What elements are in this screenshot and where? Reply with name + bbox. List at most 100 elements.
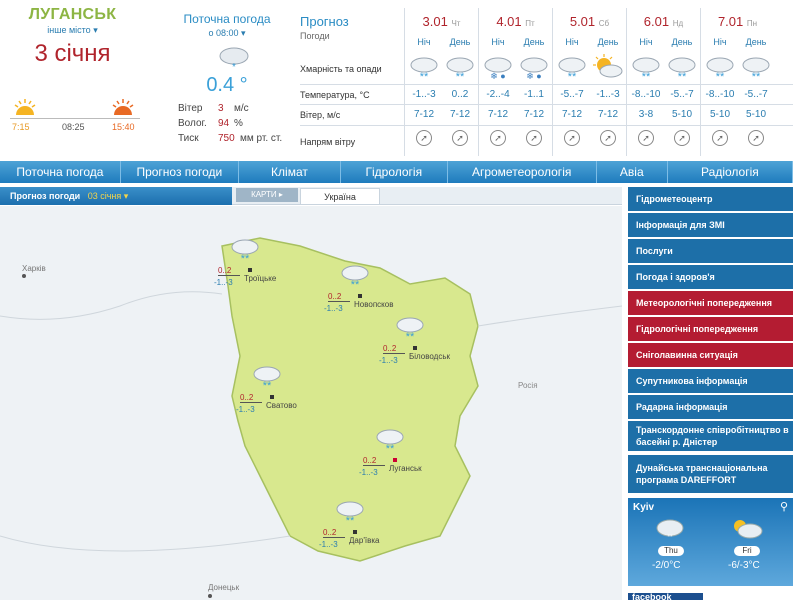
svg-text:**: **	[241, 253, 250, 264]
forecast-wind: 5-10	[709, 109, 730, 120]
forecast-period-label: День	[449, 37, 471, 47]
svg-text:**: **	[263, 380, 272, 391]
forecast-wind: 7-12	[523, 109, 544, 120]
widget-temp-1: -2/0°C	[652, 560, 681, 571]
map-day-temp: 0..2	[383, 344, 405, 354]
map-city-forecast[interactable]: ** 0..2 -1..-3 Дар'ївка	[315, 498, 405, 558]
forecast-subtitle: Погоди	[300, 31, 330, 41]
nav-item-3[interactable]: Гідрологія	[341, 161, 448, 183]
map-city-forecast[interactable]: ** 0..2 -1..-3 Біловодськ	[375, 314, 465, 374]
cloud-snow-icon: **	[396, 317, 424, 342]
svg-text:❄ ●: ❄ ●	[526, 71, 541, 81]
kyiv-weather-widget[interactable]: Kyiv ⚲ ''' Thu Fri -2/0°C -6/-3°C	[628, 498, 793, 586]
sunrise-icon	[14, 99, 36, 115]
search-icon[interactable]: ⚲	[780, 500, 788, 513]
map-day-temp: 0..2	[328, 292, 350, 302]
forecast-temp: -5..-7	[560, 89, 584, 100]
side-menu-item-8[interactable]: Радарна інформація	[628, 395, 793, 419]
city-dot	[270, 395, 274, 399]
nav-item-1[interactable]: Прогноз погоди	[121, 161, 239, 183]
sunset-icon	[112, 99, 134, 115]
maps-button[interactable]: КАРТИ ▸	[236, 188, 298, 202]
side-menu-item-5[interactable]: Гідрологічні попередження	[628, 317, 793, 341]
facebook-link[interactable]: facebook	[628, 593, 703, 600]
svg-text:**: **	[568, 71, 577, 82]
side-menu-item-6[interactable]: Сніголавинна ситуація	[628, 343, 793, 367]
nav-item-4[interactable]: Агрометеорологія	[448, 161, 597, 183]
border-line	[477, 305, 622, 327]
side-menu-item-2[interactable]: Послуги	[628, 239, 793, 263]
city-label-donetsk: Донецьк	[208, 583, 240, 592]
wind-direction-icon: ➚	[638, 130, 654, 146]
city-dot	[413, 346, 417, 350]
widget-day-2: Fri	[734, 546, 760, 556]
nav-item-0[interactable]: Поточна погода	[0, 161, 121, 183]
forecast-wind: 7-12	[449, 109, 470, 120]
map-city-forecast[interactable]: ** 0..2 -1..-3 Сватово	[232, 363, 322, 423]
map-night-temp: -1..-3	[379, 356, 398, 365]
forecast-wind: 3-8	[638, 109, 654, 120]
cloud-snow-icon: **	[446, 57, 474, 82]
widget-city: Kyiv	[633, 502, 655, 513]
forecast-period-label: Ніч	[639, 37, 653, 47]
border-line	[0, 535, 291, 552]
map-city-forecast[interactable]: ** 0..2 -1..-3 Луганськ	[355, 426, 445, 486]
forecast-date: 4.01 Пт	[496, 14, 535, 29]
forecast-temp: -8..-10	[705, 89, 735, 100]
weather-map[interactable]: Харків Росія Донецьк ** 0..2 -1..-3 Троїц…	[0, 206, 622, 600]
region-tab[interactable]: Україна	[300, 188, 380, 205]
cloud-snow-icon: **	[668, 57, 696, 82]
map-city-forecast[interactable]: ** 0..2 -1..-3 Троїцьке	[210, 236, 300, 296]
forecast-temp: -1..-3	[412, 89, 436, 100]
forecast-temp: -2..-4	[486, 89, 510, 100]
daylight-line	[10, 118, 140, 119]
forecast-day-1: 4.01 Пт Ніч ❄ ● -2..-4 7-12 ➚ День ❄ ● -1..1 7-12…	[478, 8, 551, 156]
side-menu-item-10[interactable]: Дунайська транснаціональна програма DARE…	[628, 455, 793, 493]
sun-cloud-icon	[734, 520, 763, 539]
forecast-period-label: Ніч	[565, 37, 579, 47]
forecast-wind: 7-12	[597, 109, 618, 120]
map-day-temp: 0..2	[240, 393, 262, 403]
map-city-name: Троїцьке	[244, 274, 277, 283]
side-menu-item-3[interactable]: Погода і здоров'я	[628, 265, 793, 289]
map-night-temp: -1..-3	[359, 468, 378, 477]
forecast-wind: 7-12	[561, 109, 582, 120]
sunset-time: 15:40	[112, 122, 135, 132]
side-menu-item-7[interactable]: Супутникова інформація	[628, 369, 793, 393]
current-time-select[interactable]: о 08:00 ▾	[172, 28, 282, 39]
svg-text:❄ ●: ❄ ●	[490, 71, 505, 81]
map-forecast-tab[interactable]: Прогноз погоди 03 січня ▾	[0, 187, 232, 205]
map-city-name: Луганськ	[389, 464, 422, 473]
nav-item-2[interactable]: Клімат	[239, 161, 342, 183]
wind-direction-icon: ➚	[490, 130, 506, 146]
cloud-snow-icon: **	[253, 366, 281, 391]
sun-cloud-icon	[593, 54, 623, 78]
cloud-snow-icon: **	[336, 501, 364, 526]
forecast-period-label: Ніч	[417, 37, 431, 47]
forecast-period-label: Ніч	[713, 37, 727, 47]
map-night-temp: -1..-3	[324, 304, 343, 313]
current-weather-title: Поточна погода	[183, 12, 271, 26]
svg-text:**: **	[406, 331, 415, 342]
side-menu-item-4[interactable]: Метеорологічні попередження	[628, 291, 793, 315]
row-label-wind: Вітер, м/с	[300, 110, 341, 120]
side-menu-item-9[interactable]: Транскордонне співробітництво в басейні …	[628, 421, 793, 451]
cloud-snow-icon: **	[742, 57, 770, 82]
svg-text:**: **	[642, 71, 651, 82]
map-city-forecast[interactable]: ** 0..2 -1..-3 Новопсков	[320, 262, 410, 322]
nav-item-5[interactable]: Авіа	[597, 161, 668, 183]
map-date-select[interactable]: 03 січня ▾	[88, 191, 129, 201]
map-day-temp: 0..2	[363, 456, 385, 466]
other-city-link[interactable]: інше місто ▾	[0, 25, 145, 36]
current-temperature: 0.4 °	[206, 74, 248, 96]
nav-item-6[interactable]: Радіологія	[668, 161, 793, 183]
forecast-date: 6.01 Нд	[643, 14, 684, 29]
cloud-sleet-icon: ❄ ●	[484, 57, 512, 81]
side-menu-item-0[interactable]: Гідрометеоцентр	[628, 187, 793, 211]
forecast-date: 3.01 Чт	[422, 14, 461, 29]
city-dot	[353, 530, 357, 534]
wind-direction-icon: ➚	[526, 130, 542, 146]
wind-direction-icon: ➚	[748, 130, 764, 146]
svg-text:*: *	[232, 62, 236, 72]
side-menu-item-1[interactable]: Інформація для ЗМІ	[628, 213, 793, 237]
